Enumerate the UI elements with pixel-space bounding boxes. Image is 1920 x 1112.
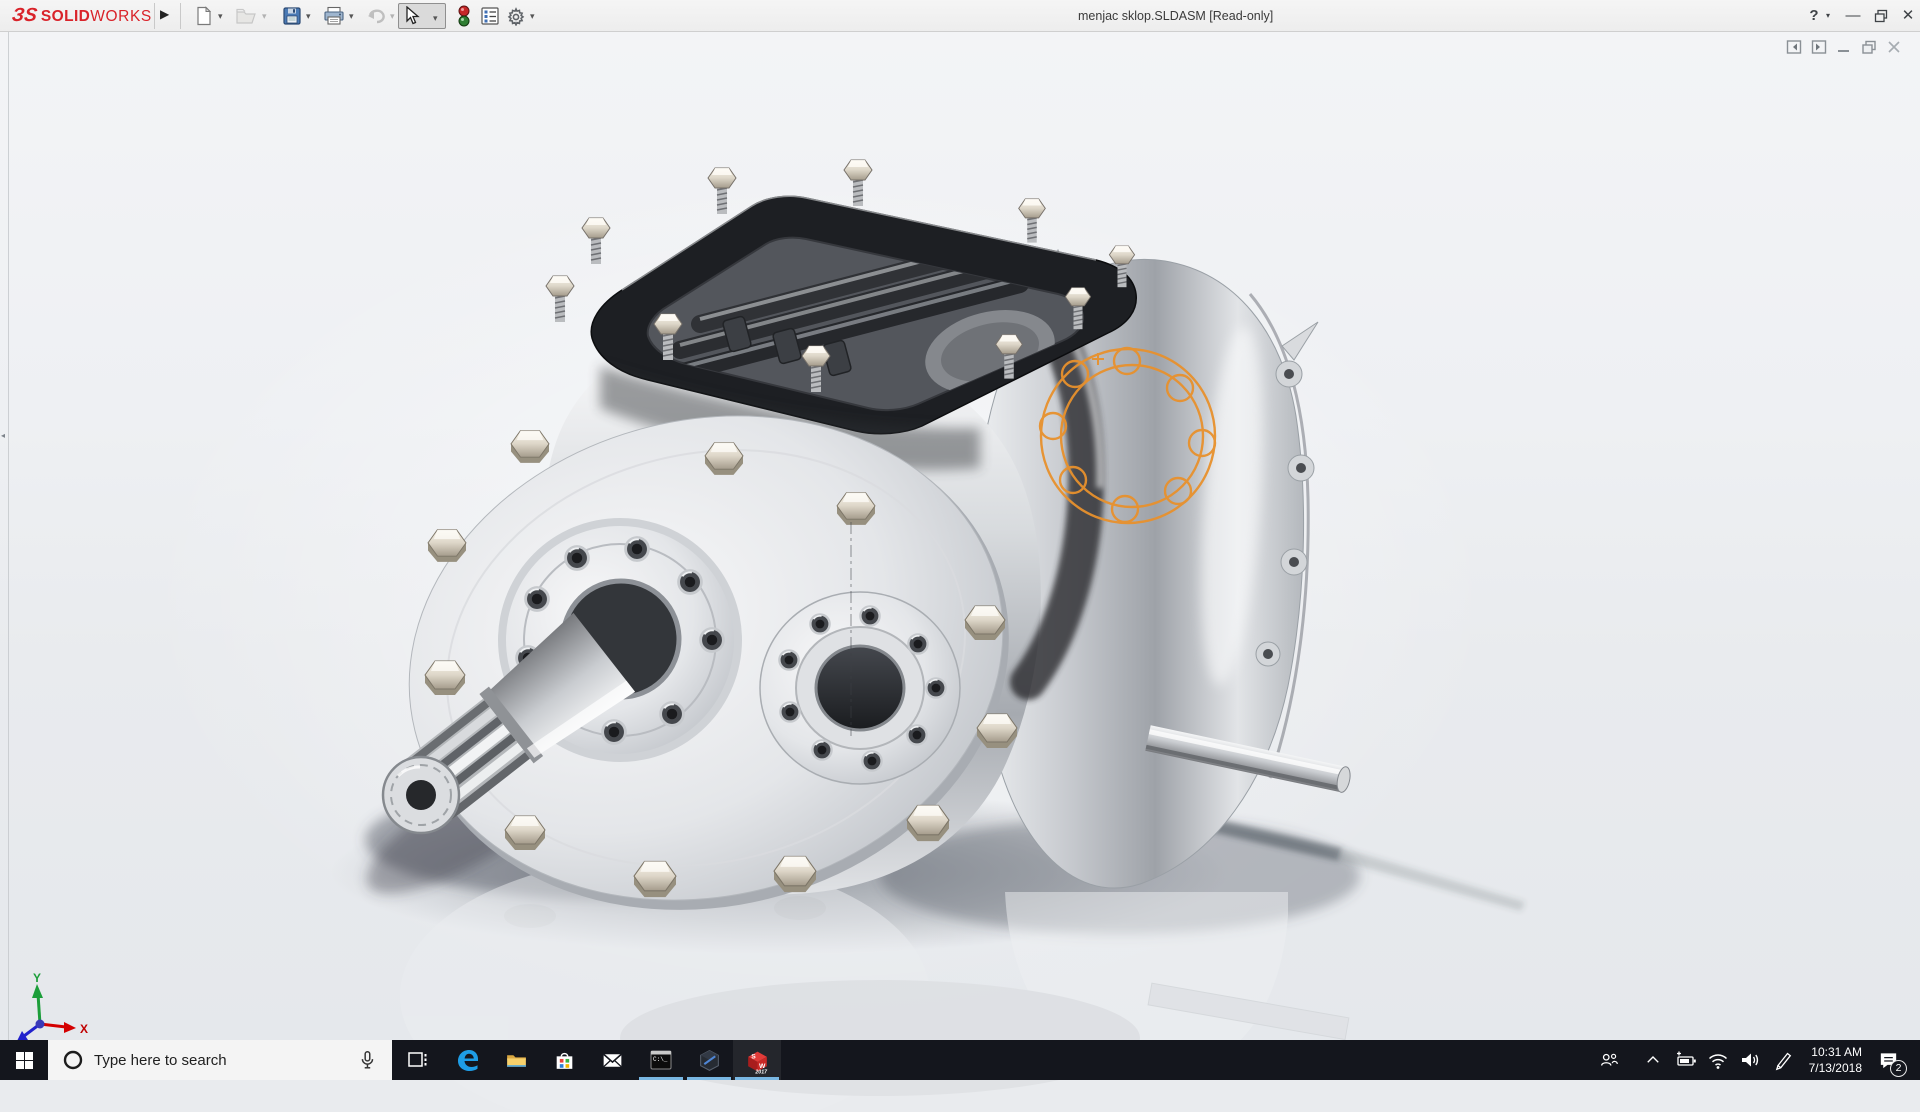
rebuild-indicator-button[interactable] [452,4,476,28]
new-document-button[interactable] [192,4,216,28]
minimize-doc-icon[interactable] [1836,39,1852,55]
solidworks-2017-icon: S W 2017 [744,1047,771,1074]
gearbox-3d-model[interactable]: Y X Z [0,32,1920,1112]
help-button[interactable]: ? [1804,0,1824,32]
new-document-icon [194,6,214,26]
clock-date: 7/13/2018 [1788,1060,1862,1076]
document-window-controls [1786,39,1902,55]
save-dropdown[interactable]: ▾ [306,11,311,21]
sw-year: 2017 [754,1069,768,1074]
taskbar: Type here to search C:\_ S W 2017 [0,1040,1920,1080]
search-input[interactable]: Type here to search [94,1052,356,1069]
collapse-pane-icon[interactable] [1786,39,1802,55]
taskbar-app-cad-tool[interactable] [685,1040,733,1080]
save-button[interactable] [280,4,304,28]
notification-badge[interactable]: 2 [1890,1060,1907,1077]
side-flange[interactable] [760,592,960,784]
battery-charging-icon [1674,1048,1698,1072]
select-cursor-icon [403,6,421,26]
taskbar-app-edge[interactable] [444,1040,492,1080]
taskbar-app-solidworks[interactable]: S W 2017 [733,1040,781,1080]
expand-pane-icon[interactable] [1811,39,1827,55]
wifi-icon [1706,1048,1730,1072]
undo-icon [365,6,387,26]
taskbar-clock[interactable]: 10:31 AM 7/13/2018 [1788,1044,1862,1076]
save-icon [282,6,302,26]
people-tray-button[interactable] [1594,1040,1624,1080]
feature-pane-edge [8,32,9,1040]
shaft-tip [383,757,459,833]
open-document-icon [235,6,257,26]
taskbar-app-mail[interactable] [588,1040,636,1080]
rebuild-indicator-icon [456,5,472,27]
open-document-dropdown[interactable]: ▾ [262,11,267,21]
menu-flyout-arrow[interactable]: ▶ [160,7,169,21]
print-icon [323,6,345,26]
triad-x-label: X [80,1022,88,1036]
graphics-viewport[interactable]: Y X Z *Dimetric [0,32,1920,1040]
gear-icon [506,6,526,26]
clock-time: 10:31 AM [1788,1044,1862,1060]
hidden-icons-button[interactable] [1638,1040,1668,1080]
search-box[interactable]: Type here to search [48,1040,392,1080]
undo-button[interactable] [364,4,388,28]
file-explorer-icon [504,1048,529,1073]
solidworks-logo: ЗS SOLID WORKS [12,5,152,27]
sw-letter-s: S [751,1053,756,1060]
restore-icon [1874,9,1888,23]
mail-icon [600,1048,625,1073]
cortana-icon [62,1049,84,1071]
triad-y-label: Y [33,971,41,985]
taskbar-app-command-prompt[interactable]: C:\_ [637,1040,685,1080]
select-tool-dropdown[interactable]: ▾ [433,13,438,23]
window-title: menjac sklop.SLDASM [Read-only] [1078,0,1273,32]
print-dropdown[interactable]: ▾ [349,11,354,21]
minimize-button[interactable]: — [1840,0,1866,32]
microsoft-edge-icon [455,1047,481,1073]
feature-pane-handle[interactable]: ◂ [1,425,8,447]
new-document-dropdown[interactable]: ▾ [218,11,223,21]
document-properties-button[interactable] [478,4,502,28]
battery-tray-button[interactable] [1671,1040,1701,1080]
people-icon [1598,1049,1620,1071]
microphone-icon[interactable] [356,1048,378,1072]
chevron-up-icon [1644,1051,1662,1069]
undo-dropdown[interactable]: ▾ [390,11,395,21]
cmd-icon-text: C:\_ [653,1056,668,1063]
cad-tool-hexagon-icon [697,1048,722,1073]
task-view-icon [405,1048,429,1072]
options-button[interactable] [504,4,528,28]
print-button[interactable] [322,4,346,28]
command-prompt-icon: C:\_ [648,1047,674,1073]
document-properties-icon [480,6,500,26]
restore-doc-icon[interactable] [1861,39,1877,55]
volume-icon [1738,1048,1762,1072]
options-dropdown[interactable]: ▾ [530,11,535,21]
windows-logo-icon [16,1052,33,1069]
titlebar: ЗS SOLID WORKS ▶ ▾ ▾ ▾ ▾ ▾ ▾ ▾ menjac sk… [0,0,1920,32]
solidworks-logo-mark: ЗS [10,5,38,27]
taskbar-app-file-explorer[interactable] [492,1040,540,1080]
close-button[interactable]: ✕ [1896,0,1920,32]
help-dropdown[interactable]: ▾ [1822,0,1834,32]
start-button[interactable] [0,1040,48,1080]
close-doc-icon[interactable] [1886,39,1902,55]
select-tool-button[interactable]: ▾ [398,3,446,29]
taskbar-app-store[interactable] [540,1040,588,1080]
volume-tray-button[interactable] [1735,1040,1765,1080]
microsoft-store-icon [552,1048,577,1073]
open-document-button[interactable] [234,4,258,28]
wifi-tray-button[interactable] [1703,1040,1733,1080]
restore-button[interactable] [1868,0,1894,32]
task-view-button[interactable] [393,1040,441,1080]
